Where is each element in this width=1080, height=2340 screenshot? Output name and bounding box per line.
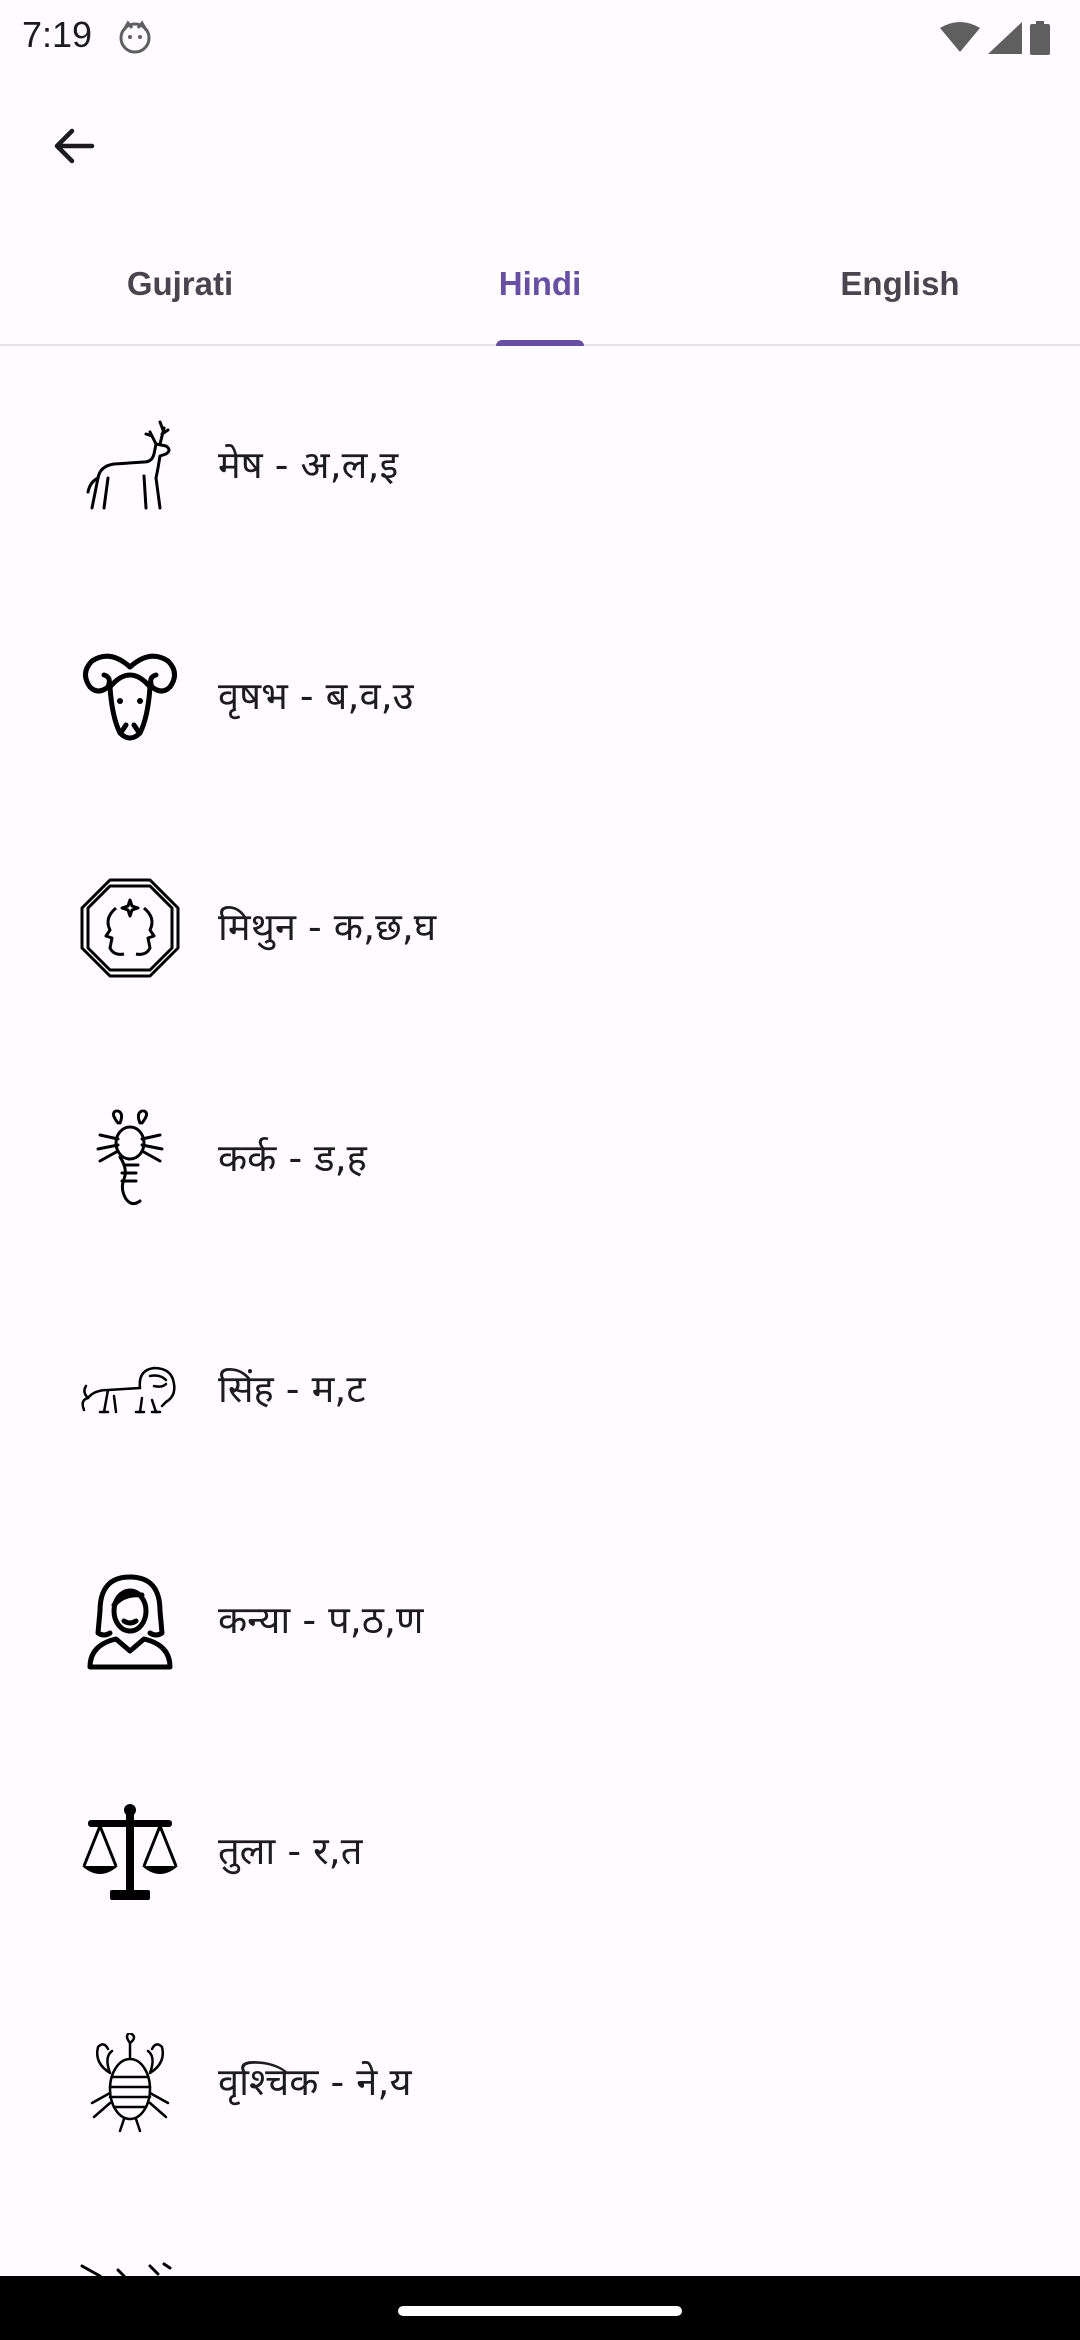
list-item-sinh[interactable]: सिंह - म,ट [0,1270,1080,1501]
rashi-label: तुला - र,त [218,1829,363,1873]
rashi-label: सिंह - म,ट [218,1367,366,1411]
list-item-vrushabh[interactable]: वृषभ - ब,व,उ [0,577,1080,808]
status-time: 7:19 [22,14,93,55]
tab-label: Gujrati [126,265,234,302]
twins-icon [80,878,180,978]
lion-icon [81,1366,176,1414]
list-item-mesh[interactable]: मेष - अ,ल,इ [0,346,1080,577]
scales-icon [82,1804,178,1900]
home-gesture-handle[interactable] [398,2306,682,2316]
list-item-tula[interactable]: तुला - र,त [0,1732,1080,1963]
signal-icon [988,22,1022,54]
list-item-kanya[interactable]: कन्या - प,ठ,ण [0,1501,1080,1732]
ram-icon [83,653,177,741]
status-bar: 7:19 [0,0,1080,74]
language-tabs: Gujrati Hindi English [0,224,1080,346]
list-item-kark[interactable]: कर्क - ड,ह [0,1039,1080,1270]
maiden-icon [87,1574,173,1670]
tab-label: English [840,265,960,302]
rashi-label: कर्क - ड,ह [218,1136,367,1180]
list-item-mithun[interactable]: मिथुन - क,छ,घ [0,808,1080,1039]
battery-icon [1030,21,1050,55]
tab-gujrati[interactable]: Gujrati [0,224,360,344]
face-icon [119,20,151,54]
deer-icon [86,420,171,510]
crab-icon [96,1109,164,1206]
top-app-bar [0,74,1080,224]
tab-label: Hindi [498,265,582,302]
rashi-list: मेष - अ,ल,इ वृषभ - ब,व,उ मिथुन - क,छ,घ क… [0,346,1080,2194]
rashi-label: मिथुन - क,छ,घ [218,905,437,949]
wifi-icon [940,22,980,52]
system-navigation-bar [0,2276,1080,2340]
rashi-label: मेष - अ,ल,इ [218,443,399,487]
partial-list-icon [80,2262,172,2276]
arrow-left-icon [54,128,95,164]
rashi-label: कन्या - प,ठ,ण [218,1598,424,1642]
tab-hindi[interactable]: Hindi [360,224,720,346]
rashi-label: वृश्चिक - ने,य [218,2060,412,2104]
rashi-label: वृषभ - ब,व,उ [218,674,414,718]
list-item-vrushchik[interactable]: वृश्चिक - ने,य [0,1963,1080,2194]
tab-english[interactable]: English [720,224,1080,344]
status-icons [940,20,1050,56]
scorpion-icon [90,2033,170,2133]
back-button[interactable] [38,110,110,182]
